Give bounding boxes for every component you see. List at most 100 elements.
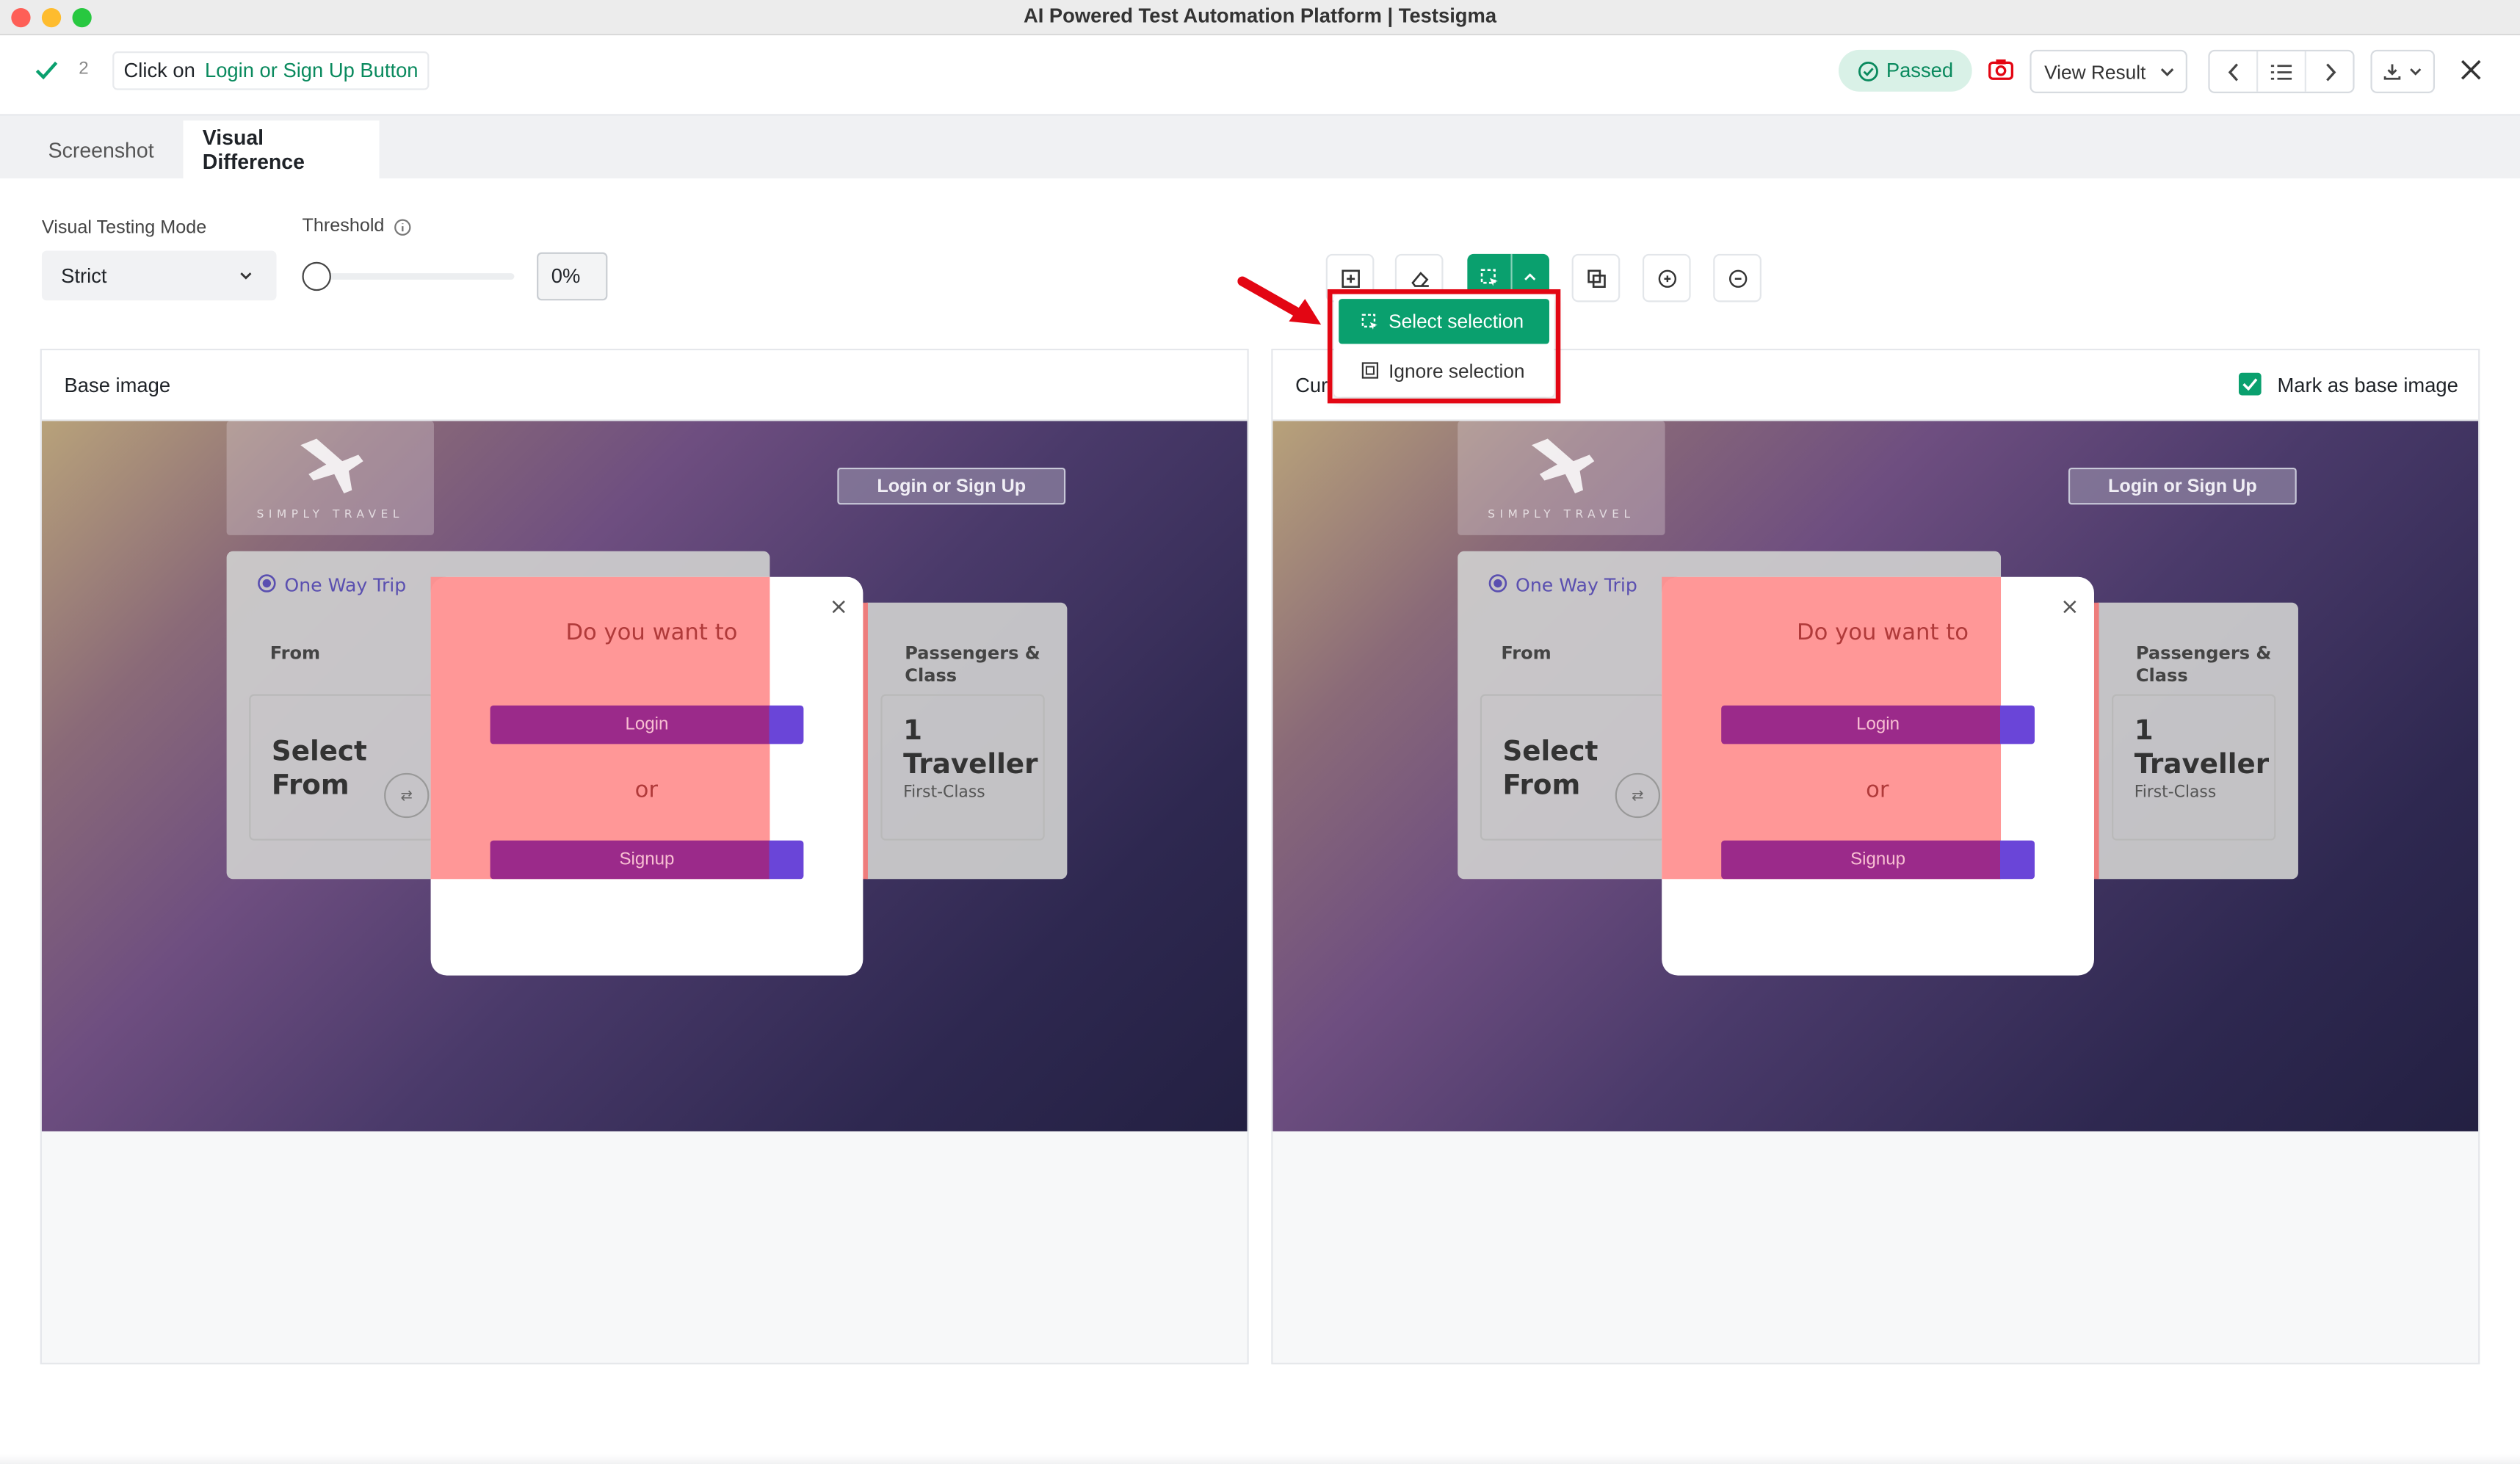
swap-button[interactable]: ⇄ bbox=[1615, 772, 1661, 819]
window-titlebar: AI Powered Test Automation Platform | Te… bbox=[0, 0, 2520, 36]
visual-mode-select[interactable]: Strict bbox=[41, 250, 277, 301]
current-image-panel: Cur Mark as base image SIMPLY TRAVEL Log… bbox=[1271, 348, 2480, 1365]
modal-login-button[interactable]: Login bbox=[1721, 705, 2035, 744]
step-number: 2 bbox=[79, 59, 89, 79]
info-icon[interactable] bbox=[394, 219, 411, 236]
from-label: From bbox=[269, 642, 321, 664]
traveller-label: Traveller bbox=[903, 748, 1038, 781]
chevron-down-icon bbox=[240, 272, 252, 280]
compare-button[interactable] bbox=[1571, 253, 1621, 302]
check-circle-icon bbox=[1858, 60, 1878, 81]
airplane-icon bbox=[1531, 438, 1595, 493]
threshold-slider-thumb[interactable] bbox=[302, 261, 331, 291]
check-icon bbox=[2242, 378, 2258, 391]
passengers-input[interactable]: 1 Traveller First-Class bbox=[880, 694, 1045, 841]
status-badge: Passed bbox=[1838, 49, 1972, 92]
threshold-slider-track[interactable] bbox=[316, 273, 515, 280]
base-panel-header: Base image bbox=[41, 350, 1248, 421]
app-logo: SIMPLY TRAVEL bbox=[1458, 421, 1665, 535]
mark-base-checkbox[interactable] bbox=[2238, 372, 2262, 396]
tab-bar: Screenshot Visual Difference bbox=[0, 115, 2520, 178]
login-signup-button[interactable]: Login or Sign Up bbox=[2068, 467, 2297, 505]
threshold-input[interactable]: 0% bbox=[537, 252, 608, 301]
trip-option-label: One Way Trip bbox=[284, 573, 407, 597]
modal-close-icon[interactable]: × bbox=[2060, 595, 2079, 620]
visual-mode-value: Strict bbox=[61, 264, 107, 287]
traveller-count: 1 bbox=[2134, 715, 2154, 747]
overlay-icon bbox=[1587, 269, 1605, 287]
base-screenshot[interactable]: SIMPLY TRAVEL Login or Sign Up One Way T… bbox=[41, 421, 1248, 1131]
window-title: AI Powered Test Automation Platform | Te… bbox=[1023, 4, 1497, 28]
zoom-in-button[interactable] bbox=[1642, 253, 1691, 302]
step-action: Click on bbox=[123, 59, 195, 82]
modal-title: Do you want to bbox=[1797, 620, 1969, 646]
modal-or-text: or bbox=[1866, 778, 1889, 804]
from-input[interactable]: Select From bbox=[249, 694, 434, 841]
view-result-label: View Result bbox=[2044, 60, 2146, 83]
list-icon bbox=[2270, 64, 2292, 79]
close-icon[interactable] bbox=[2461, 59, 2481, 80]
chevron-down-icon bbox=[2161, 67, 2174, 76]
logo-text: SIMPLY TRAVEL bbox=[1488, 507, 1635, 521]
bottom-edge bbox=[0, 1454, 2520, 1464]
modal-signup-button[interactable]: Signup bbox=[1721, 840, 2035, 880]
traveller-label: Traveller bbox=[2134, 748, 2270, 781]
modal-title: Do you want to bbox=[565, 620, 738, 646]
tab-visual-difference[interactable]: Visual Difference bbox=[183, 120, 380, 178]
modal-signup-button[interactable]: Signup bbox=[490, 840, 804, 880]
from-label: From bbox=[1501, 642, 1552, 664]
chevron-down-icon bbox=[2410, 68, 2422, 76]
step-target[interactable]: Login or Sign Up Button bbox=[205, 59, 419, 82]
visual-mode-label: Visual Testing Mode bbox=[41, 218, 207, 238]
camera-icon[interactable] bbox=[1988, 58, 2014, 81]
login-signup-button[interactable]: Login or Sign Up bbox=[837, 467, 1066, 505]
select-from-line1: Select bbox=[271, 736, 367, 769]
class-value: First-Class bbox=[2134, 784, 2217, 802]
base-image-panel: Base image SIMPLY TRAVEL Login or Sign U… bbox=[40, 348, 1249, 1365]
tab-screenshot[interactable]: Screenshot bbox=[29, 120, 173, 178]
zoom-out-button[interactable] bbox=[1713, 253, 1762, 302]
annotation-arrow-icon bbox=[1237, 276, 1322, 325]
class-value: First-Class bbox=[903, 784, 985, 802]
radio-selected-icon[interactable] bbox=[257, 573, 276, 593]
chevron-left-icon bbox=[2227, 62, 2237, 81]
passengers-label-2: Class bbox=[905, 665, 957, 686]
chevron-right-icon bbox=[2326, 62, 2336, 81]
status-text: Passed bbox=[1886, 59, 1954, 82]
modal-login-button[interactable]: Login bbox=[490, 705, 804, 744]
base-panel-title: Base image bbox=[64, 374, 171, 397]
select-from-line2: From bbox=[1502, 769, 1581, 802]
current-panel-title: Cur bbox=[1295, 374, 1328, 397]
passengers-label-1: Passengers & bbox=[905, 642, 1040, 664]
chevron-up-icon[interactable] bbox=[1524, 273, 1537, 281]
view-result-dropdown[interactable]: View Result bbox=[2030, 49, 2187, 93]
check-icon bbox=[35, 61, 58, 80]
from-input[interactable]: Select From bbox=[1480, 694, 1665, 841]
annotation-highlight-box bbox=[1327, 289, 1561, 404]
zoom-in-icon bbox=[1657, 269, 1676, 287]
select-from-line2: From bbox=[271, 769, 350, 802]
crop-plus-icon bbox=[1341, 269, 1359, 287]
step-description: Click on Login or Sign Up Button bbox=[112, 51, 430, 90]
eraser-icon bbox=[1411, 271, 1428, 286]
step-navigation bbox=[2208, 49, 2355, 93]
mark-base-label[interactable]: Mark as base image bbox=[2278, 374, 2458, 397]
trip-option-label: One Way Trip bbox=[1516, 573, 1637, 597]
modal-or-text: or bbox=[634, 778, 658, 804]
select-area-icon bbox=[1480, 269, 1498, 286]
step-list-button[interactable] bbox=[2258, 51, 2306, 92]
download-dropdown[interactable] bbox=[2370, 49, 2436, 93]
zoom-out-icon bbox=[1728, 269, 1747, 287]
airplane-icon bbox=[300, 438, 363, 493]
passengers-input[interactable]: 1 Traveller First-Class bbox=[2112, 694, 2276, 841]
modal-close-icon[interactable]: × bbox=[829, 595, 848, 620]
radio-selected-icon[interactable] bbox=[1488, 573, 1507, 593]
passengers-label-1: Passengers & bbox=[2135, 642, 2272, 664]
previous-step-button[interactable] bbox=[2210, 51, 2259, 92]
select-from-line1: Select bbox=[1502, 736, 1598, 769]
current-screenshot[interactable]: SIMPLY TRAVEL Login or Sign Up One Way T… bbox=[1272, 421, 2479, 1131]
swap-button[interactable]: ⇄ bbox=[384, 772, 430, 819]
app-logo: SIMPLY TRAVEL bbox=[226, 421, 434, 535]
next-step-button[interactable] bbox=[2306, 51, 2355, 92]
passengers-label-2: Class bbox=[2135, 665, 2188, 686]
